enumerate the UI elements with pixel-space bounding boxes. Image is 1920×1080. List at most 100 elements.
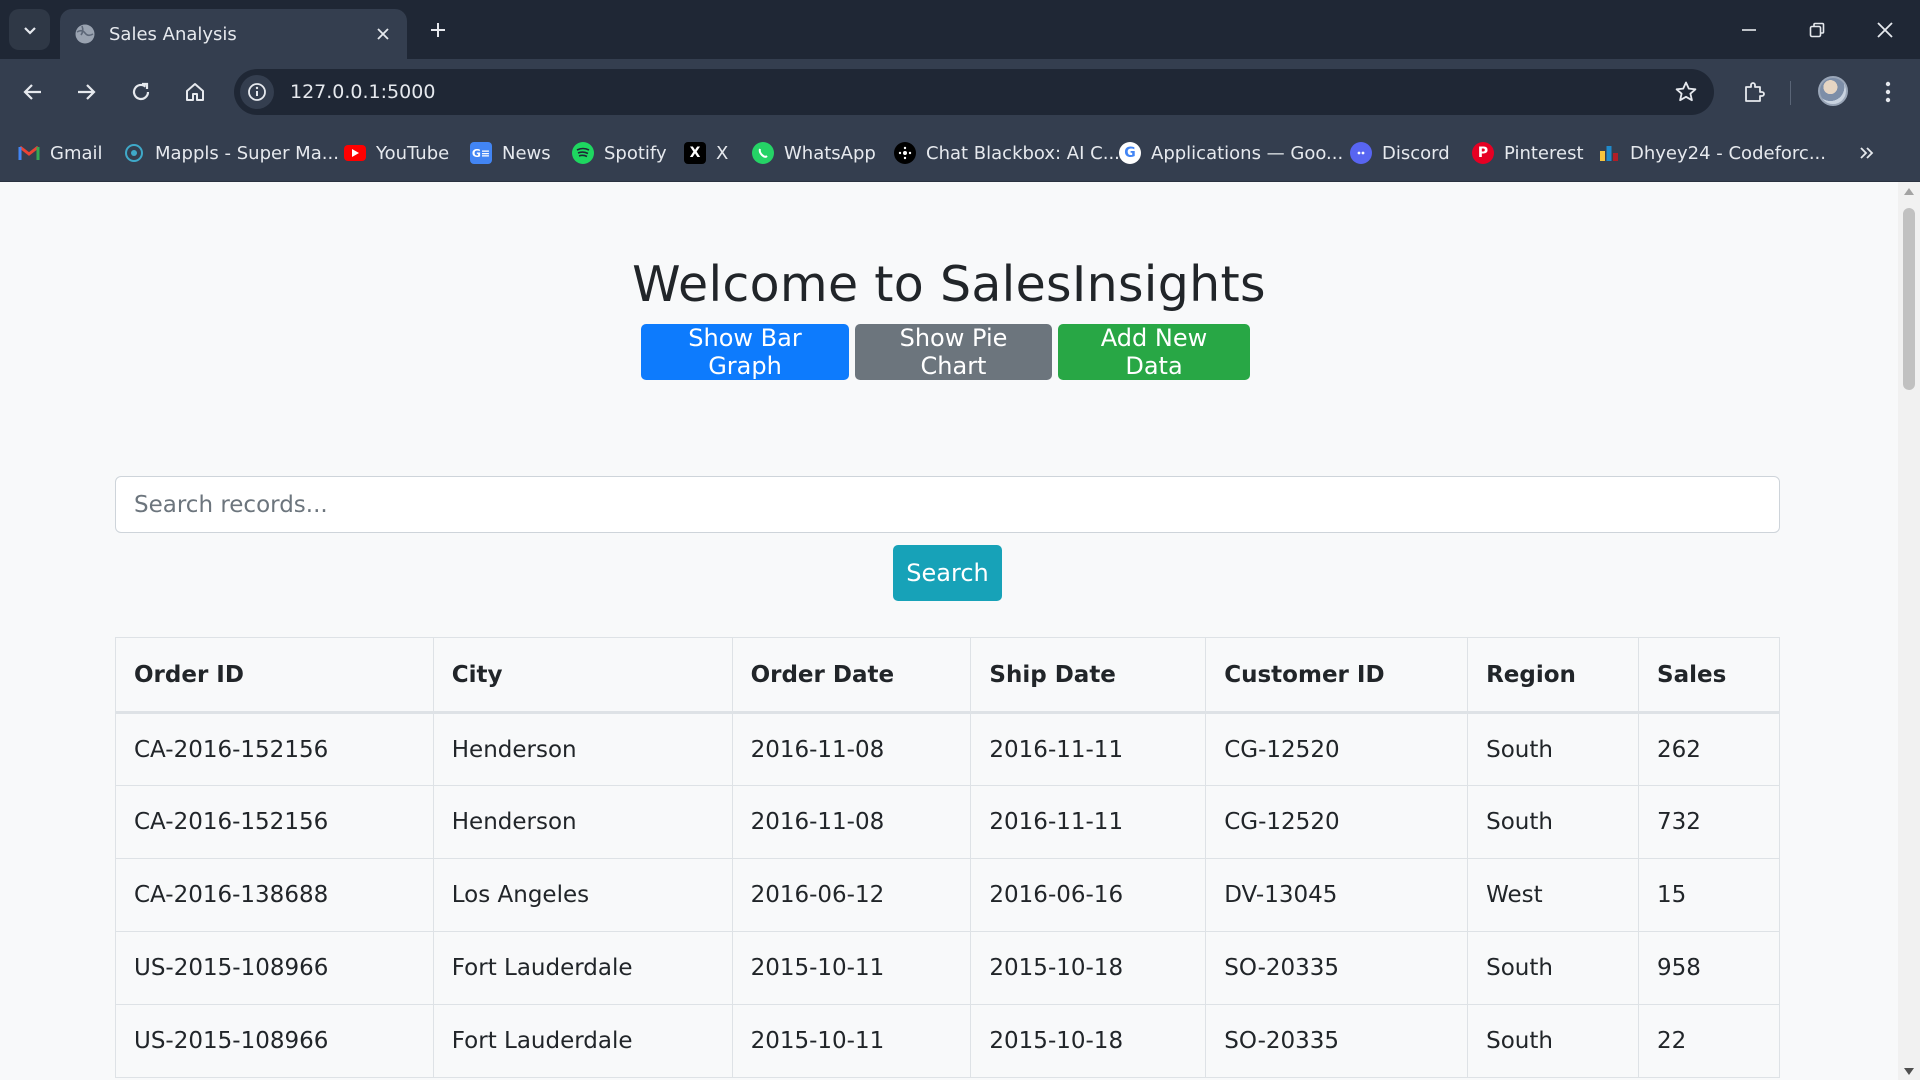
google-icon: G [1119, 142, 1141, 164]
table-row: CA-2016-138688 Los Angeles 2016-06-12 20… [115, 858, 1780, 932]
pinterest-icon: P [1472, 142, 1494, 164]
home-button[interactable] [175, 72, 215, 112]
gmail-icon [18, 142, 40, 164]
discord-icon [1350, 142, 1372, 164]
cell-sales: 958 [1638, 931, 1780, 1005]
cell-sales: 22 [1638, 1004, 1780, 1078]
bookmark-spotify[interactable]: Spotify [572, 137, 667, 169]
cell-city: Henderson [432, 785, 733, 859]
close-window-button[interactable] [1851, 0, 1919, 59]
cell-order-id: CA-2016-152156 [115, 712, 434, 786]
arrow-right-icon [78, 84, 96, 100]
cell-customer-id: SO-20335 [1205, 931, 1469, 1005]
cell-order-id: US-2015-108966 [115, 1004, 434, 1078]
chevron-down-icon [23, 26, 36, 35]
tab-title: Sales Analysis [109, 23, 237, 45]
new-tab-button[interactable] [420, 12, 456, 48]
info-icon [248, 83, 266, 101]
browser-toolbar: 127.0.0.1:5000 [0, 59, 1920, 124]
browser-tab-strip: Sales Analysis [0, 0, 1920, 59]
cell-order-date: 2015-10-11 [731, 931, 972, 1005]
cell-city: Fort Lauderdale [432, 931, 733, 1005]
triangle-down-icon [1904, 1067, 1914, 1075]
minimize-button[interactable] [1715, 0, 1783, 59]
close-tab-button[interactable] [365, 16, 401, 52]
reload-button[interactable] [121, 72, 161, 112]
bookmark-star-button[interactable] [1666, 72, 1706, 112]
bookmark-mappls[interactable]: Mappls - Super Ma... [123, 137, 339, 169]
bookmark-pinterest[interactable]: P Pinterest [1472, 137, 1584, 169]
column-header-order-date[interactable]: Order Date [731, 637, 972, 714]
mappls-icon [123, 142, 145, 164]
browser-menu-button[interactable] [1868, 72, 1908, 112]
cell-order-date: 2016-11-08 [731, 785, 972, 859]
profile-avatar[interactable] [1818, 76, 1848, 106]
home-icon [186, 83, 204, 101]
vertical-scrollbar[interactable] [1898, 182, 1920, 1080]
extensions-button[interactable] [1734, 72, 1774, 112]
puzzle-icon [1745, 82, 1765, 102]
youtube-icon [344, 145, 366, 161]
double-chevron-right-icon [1860, 147, 1874, 159]
table-row: US-2015-108966 Fort Lauderdale 2015-10-1… [115, 1004, 1780, 1078]
bookmark-discord[interactable]: Discord [1350, 137, 1450, 169]
column-header-region[interactable]: Region [1467, 637, 1640, 714]
cell-region: South [1467, 712, 1640, 786]
bookmark-google-applications[interactable]: G Applications — Goo... [1119, 137, 1343, 169]
bookmark-youtube[interactable]: YouTube [344, 137, 449, 169]
cell-sales: 15 [1638, 858, 1780, 932]
add-new-data-button[interactable]: Add New Data [1058, 324, 1250, 380]
restore-button[interactable] [1783, 0, 1851, 59]
scroll-down-arrow[interactable] [1898, 1062, 1920, 1080]
cell-sales: 262 [1638, 712, 1780, 786]
blackbox-icon [894, 142, 916, 164]
bookmark-codeforces[interactable]: Dhyey24 - Codeforc... [1598, 137, 1826, 169]
page-title: Welcome to SalesInsights [632, 256, 1266, 313]
show-bar-graph-button[interactable]: Show Bar Graph [641, 324, 849, 380]
more-bookmarks-button[interactable] [1850, 137, 1882, 169]
restore-icon [1809, 22, 1825, 37]
cell-ship-date: 2015-10-18 [970, 931, 1207, 1005]
scroll-up-arrow[interactable] [1898, 182, 1920, 200]
cell-sales: 732 [1638, 785, 1780, 859]
reload-icon [132, 82, 150, 101]
bookmark-x[interactable]: X X [684, 137, 728, 169]
bookmark-gmail[interactable]: Gmail [18, 137, 103, 169]
page-content: Welcome to SalesInsights Show Bar Graph … [0, 182, 1898, 1080]
cell-order-id: CA-2016-138688 [115, 858, 434, 932]
triangle-up-icon [1904, 187, 1914, 195]
spotify-icon [572, 142, 594, 164]
site-info-button[interactable] [240, 75, 274, 109]
cell-region: South [1467, 785, 1640, 859]
table-row: CA-2016-152156 Henderson 2016-11-08 2016… [115, 785, 1780, 859]
cell-city: Henderson [432, 712, 733, 786]
bookmark-blackbox[interactable]: Chat Blackbox: AI C... [894, 137, 1120, 169]
close-icon [1877, 21, 1893, 38]
search-input[interactable] [115, 476, 1780, 533]
back-button[interactable] [13, 72, 53, 112]
search-button[interactable]: Search [893, 545, 1002, 601]
chart-button-group: Show Bar Graph Show Pie Chart Add New Da… [641, 324, 1250, 380]
column-header-customer-id[interactable]: Customer ID [1205, 637, 1469, 714]
codeforces-icon [1598, 142, 1620, 164]
scrollbar-thumb[interactable] [1903, 208, 1915, 390]
forward-button[interactable] [66, 72, 106, 112]
cell-region: South [1467, 1004, 1640, 1078]
bookmark-news[interactable]: G≡ News [470, 137, 551, 169]
url-text[interactable]: 127.0.0.1:5000 [290, 81, 1666, 103]
cell-order-id: US-2015-108966 [115, 931, 434, 1005]
close-icon [377, 28, 389, 40]
column-header-sales[interactable]: Sales [1638, 637, 1780, 714]
address-bar[interactable]: 127.0.0.1:5000 [234, 69, 1714, 115]
minimize-icon [1742, 28, 1756, 31]
column-header-order-id[interactable]: Order ID [115, 637, 434, 714]
table-row: US-2015-108966 Fort Lauderdale 2015-10-1… [115, 931, 1780, 1005]
bookmark-whatsapp[interactable]: WhatsApp [752, 137, 876, 169]
column-header-ship-date[interactable]: Ship Date [970, 637, 1207, 714]
column-header-city[interactable]: City [432, 637, 733, 714]
tab-search-button[interactable] [9, 9, 50, 50]
show-pie-chart-button[interactable]: Show Pie Chart [855, 324, 1052, 380]
cell-region: West [1467, 858, 1640, 932]
browser-tab[interactable]: Sales Analysis [60, 9, 407, 59]
cell-city: Los Angeles [432, 858, 733, 932]
